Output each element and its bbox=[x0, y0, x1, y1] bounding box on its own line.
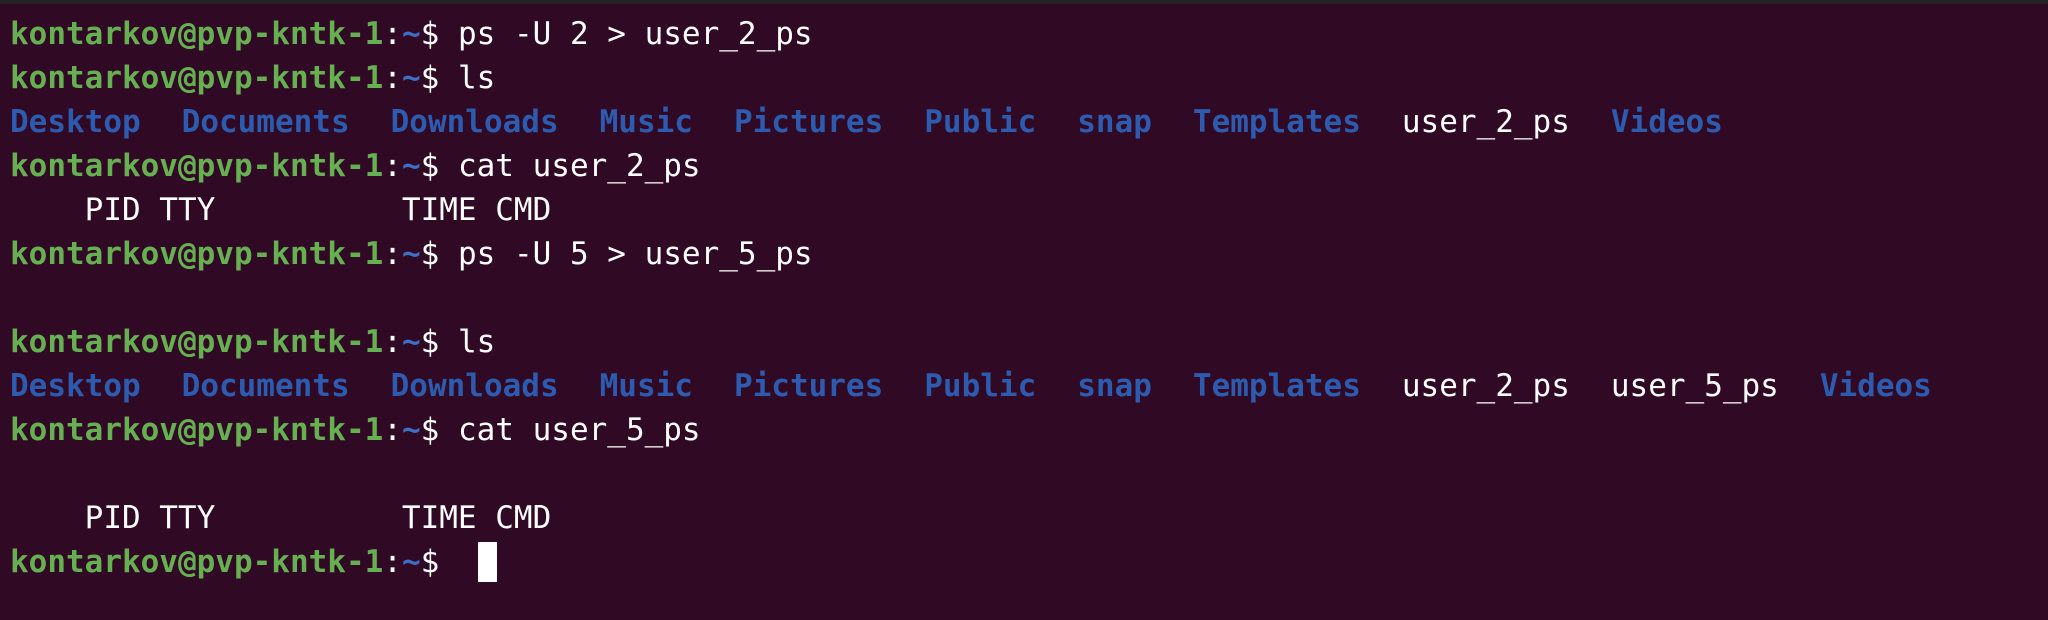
ls-directory-entry: Music bbox=[599, 104, 693, 140]
command-text: ps -U 2 > user_2_ps bbox=[457, 16, 813, 52]
prompt-cwd: ~ bbox=[401, 412, 421, 448]
ls-file-entry: user_2_ps bbox=[1401, 368, 1570, 404]
ls-directory-entry: snap bbox=[1077, 104, 1152, 140]
prompt-dollar: $ bbox=[420, 324, 440, 360]
output-line: PID TTY TIME CMD bbox=[10, 496, 2048, 540]
prompt-colon: : bbox=[383, 148, 402, 184]
output-text: PID TTY TIME CMD bbox=[10, 192, 552, 228]
ls-directory-entry: Public bbox=[924, 104, 1037, 140]
command-text: cat user_2_ps bbox=[457, 148, 701, 184]
ls-directory-entry: Downloads bbox=[390, 368, 559, 404]
text-cursor[interactable] bbox=[477, 541, 497, 582]
prompt-colon: : bbox=[383, 236, 402, 272]
prompt-line: kontarkov@pvp-kntk-1:~$ ls bbox=[10, 56, 2048, 100]
prompt-colon: : bbox=[383, 324, 402, 360]
prompt-dollar: $ bbox=[420, 148, 440, 184]
prompt-dollar: $ bbox=[420, 236, 440, 272]
ls-directory-entry: Templates bbox=[1192, 368, 1361, 404]
ls-output-line: Desktop Documents Downloads Music Pictures Pu… bbox=[10, 100, 2048, 144]
prompt-colon: : bbox=[383, 544, 402, 580]
command-text: ls bbox=[457, 60, 496, 96]
prompt-dollar: $ bbox=[420, 412, 440, 448]
prompt-line: kontarkov@pvp-kntk-1:~$ cat user_2_ps bbox=[10, 144, 2048, 188]
prompt-colon: : bbox=[383, 16, 402, 52]
prompt-line: kontarkov@pvp-kntk-1:~$ ps -U 2 > user_2… bbox=[10, 12, 2048, 56]
ls-directory-entry: Downloads bbox=[390, 104, 559, 140]
ls-directory-entry: Desktop bbox=[10, 368, 141, 404]
ls-directory-entry: Videos bbox=[1610, 104, 1723, 140]
prompt-user-host: kontarkov@pvp-kntk-1 bbox=[10, 412, 384, 448]
command-text: ls bbox=[457, 324, 496, 360]
prompt-cwd: ~ bbox=[401, 544, 421, 580]
ls-directory-entry: Pictures bbox=[733, 104, 884, 140]
prompt-line: kontarkov@pvp-kntk-1:~$ ps -U 5 > user_5… bbox=[10, 232, 2048, 276]
ls-directory-entry: Public bbox=[924, 368, 1037, 404]
prompt-cwd: ~ bbox=[401, 236, 421, 272]
prompt-colon: : bbox=[383, 412, 402, 448]
prompt-line: kontarkov@pvp-kntk-1:~$ ls bbox=[10, 320, 2048, 364]
ls-directory-entry: Music bbox=[599, 368, 693, 404]
ls-output-line: Desktop Documents Downloads Music Pictures Pu… bbox=[10, 364, 2048, 408]
output-line: PID TTY TIME CMD bbox=[10, 188, 2048, 232]
prompt-cwd: ~ bbox=[401, 60, 421, 96]
prompt-line: kontarkov@pvp-kntk-1:~$ cat user_5_ps bbox=[10, 408, 2048, 452]
prompt-line: kontarkov@pvp-kntk-1:~$ bbox=[10, 540, 2048, 584]
prompt-cwd: ~ bbox=[401, 324, 421, 360]
output-text: PID TTY TIME CMD bbox=[10, 500, 552, 536]
ls-directory-entry: Documents bbox=[181, 368, 350, 404]
prompt-dollar: $ bbox=[420, 16, 440, 52]
terminal-window[interactable]: kontarkov@pvp-kntk-1:~$ ps -U 2 > user_2… bbox=[0, 0, 2048, 620]
prompt-colon: : bbox=[383, 60, 402, 96]
ls-directory-entry: snap bbox=[1077, 368, 1152, 404]
prompt-cwd: ~ bbox=[401, 148, 421, 184]
ls-directory-entry: Templates bbox=[1192, 104, 1361, 140]
ls-file-entry: user_5_ps bbox=[1610, 368, 1779, 404]
prompt-user-host: kontarkov@pvp-kntk-1 bbox=[10, 236, 384, 272]
ls-file-entry: user_2_ps bbox=[1401, 104, 1570, 140]
command-text: cat user_5_ps bbox=[457, 412, 701, 448]
ls-directory-entry: Pictures bbox=[733, 368, 884, 404]
ls-directory-entry: Desktop bbox=[10, 104, 141, 140]
prompt-dollar: $ bbox=[420, 544, 440, 580]
command-text: ps -U 5 > user_5_ps bbox=[457, 236, 813, 272]
prompt-user-host: kontarkov@pvp-kntk-1 bbox=[10, 544, 384, 580]
prompt-user-host: kontarkov@pvp-kntk-1 bbox=[10, 60, 384, 96]
prompt-user-host: kontarkov@pvp-kntk-1 bbox=[10, 148, 384, 184]
prompt-user-host: kontarkov@pvp-kntk-1 bbox=[10, 324, 384, 360]
prompt-dollar: $ bbox=[420, 60, 440, 96]
ls-directory-entry: Documents bbox=[181, 104, 350, 140]
prompt-user-host: kontarkov@pvp-kntk-1 bbox=[10, 16, 384, 52]
ls-directory-entry: Videos bbox=[1819, 368, 1932, 404]
prompt-cwd: ~ bbox=[401, 16, 421, 52]
